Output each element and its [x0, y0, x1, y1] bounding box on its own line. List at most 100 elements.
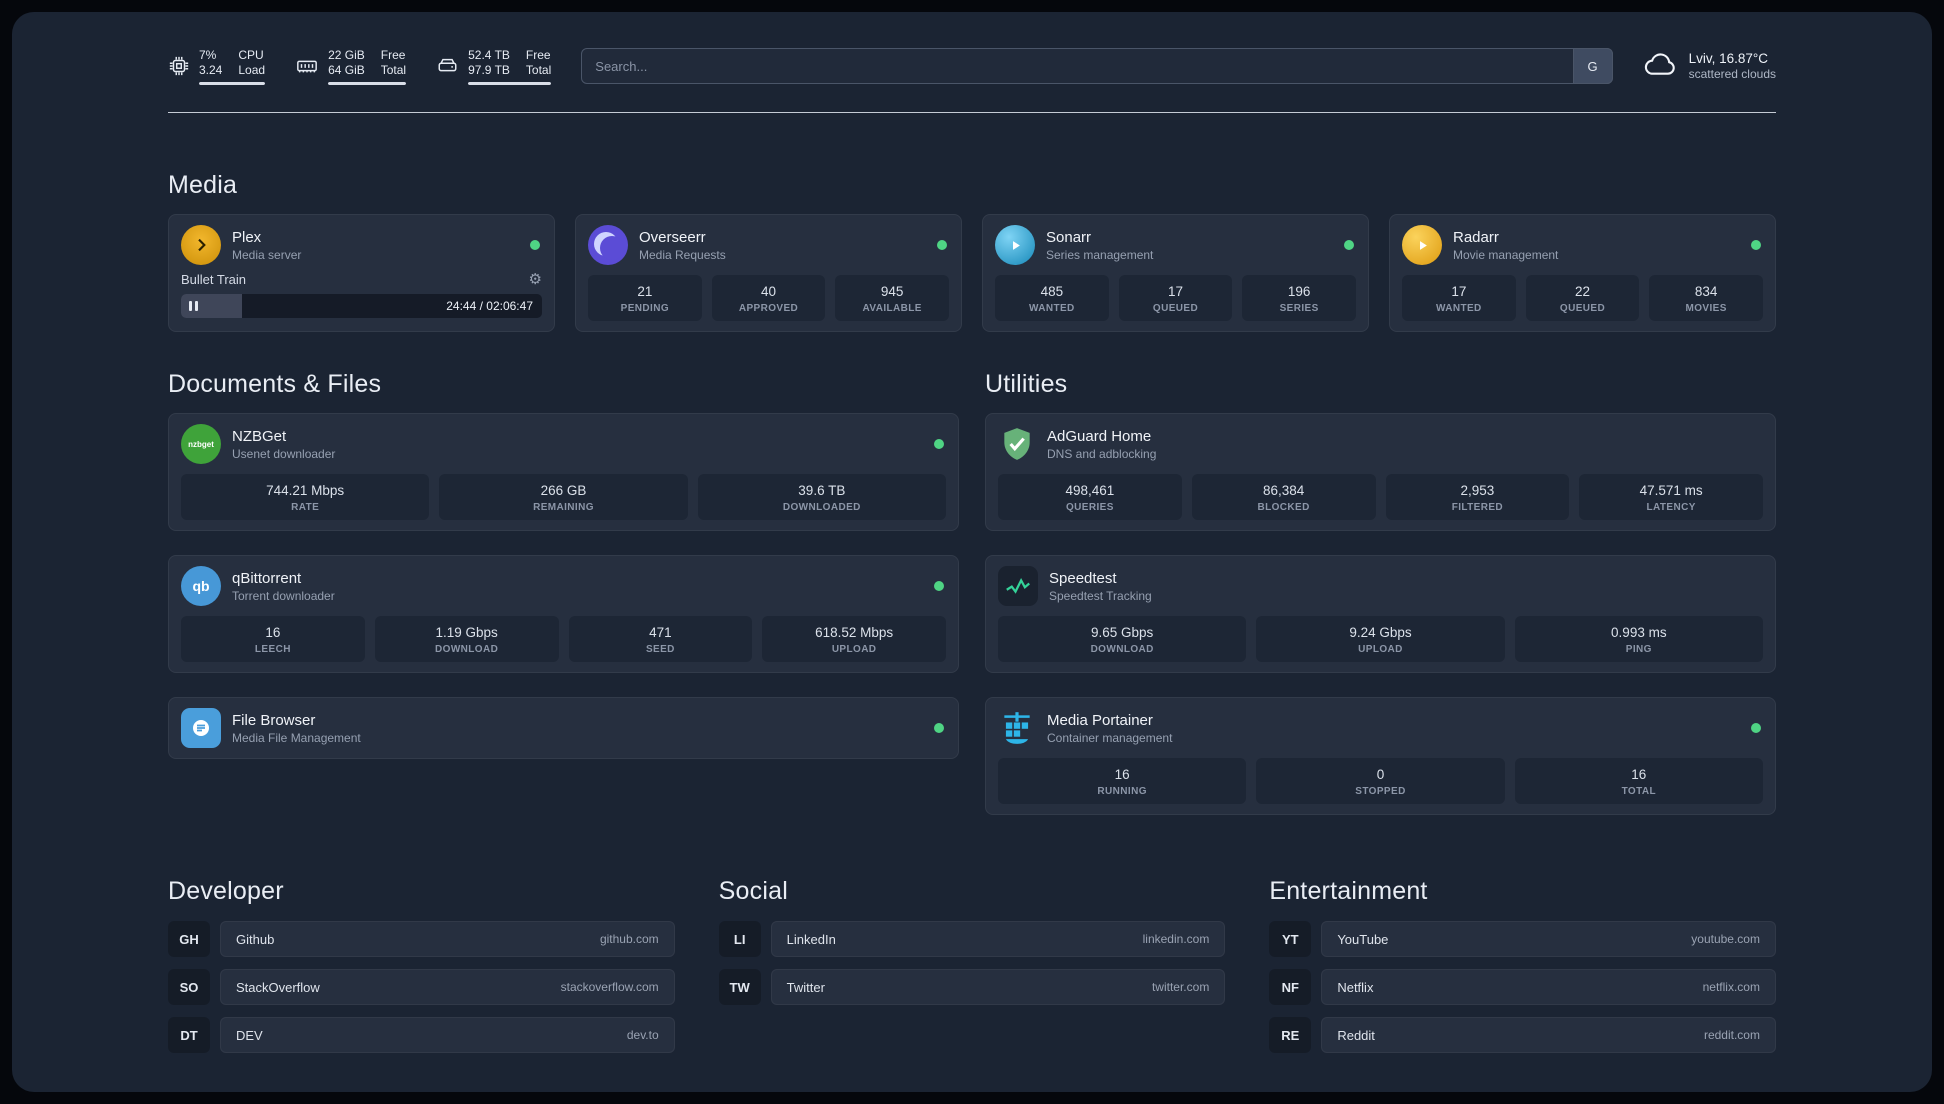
stat-tile: 0 STOPPED [1256, 758, 1505, 804]
cpu-icon [168, 55, 190, 77]
bookmark-group-developer: Developer GH Github github.com SO StackOv… [168, 877, 675, 1065]
stat-tile: 2,953 FILTERED [1385, 474, 1570, 520]
bookmark-abbr: NF [1269, 969, 1312, 1005]
filebrowser-icon [181, 708, 221, 748]
screenshot-frame: 7% 3.24 CPU Load 22 GiB 64 GiB Free Tota… [0, 0, 1944, 1104]
topbar-divider [168, 112, 1776, 113]
bookmark-group-entertainment: Entertainment YT YouTube youtube.com NF N… [1269, 877, 1776, 1065]
weather-location: Lviv, 16.87°C [1688, 51, 1769, 66]
section-title-developer: Developer [168, 877, 284, 905]
disk-widget: 52.4 TB 97.9 TB Free Total [436, 48, 552, 85]
stat-tile: 471 SEED [568, 616, 753, 662]
service-subtitle: Speedtest Tracking [1049, 588, 1152, 603]
cpu-load: 3.24 [199, 62, 223, 77]
bookmark-group-social: Social LI LinkedIn linkedin.com TW Twitte… [718, 877, 1226, 1017]
stat-tile: 40 APPROVED [711, 275, 826, 321]
service-subtitle: Container management [1047, 730, 1173, 745]
search-input[interactable] [581, 48, 1613, 84]
bookmark-dev[interactable]: DT DEV dev.to [168, 1017, 675, 1053]
search-provider-button[interactable]: G [1572, 48, 1613, 84]
cloud-icon [1643, 50, 1679, 83]
stat-tile: 16 RUNNING [998, 758, 1247, 804]
stat-tile: 485 WANTED [995, 275, 1109, 321]
service-card-speedtest[interactable]: Speedtest Speedtest Tracking 9.65 Gbps DO… [985, 555, 1776, 673]
playback-time: 24:44 / 02:06:47 [446, 299, 533, 313]
service-subtitle: DNS and adblocking [1047, 446, 1157, 461]
stat-tile: 744.21 Mbps RATE [181, 474, 430, 520]
bookmark-stackoverflow[interactable]: SO StackOverflow stackoverflow.com [168, 969, 675, 1005]
service-subtitle: Series management [1046, 247, 1154, 262]
stat-tile: 22 QUEUED [1525, 275, 1640, 321]
stat-tile: 16 TOTAL [1514, 758, 1763, 804]
service-card-radarr[interactable]: Radarr Movie management 17 WANTED 22 QUEUE… [1389, 214, 1776, 332]
service-card-adguard[interactable]: AdGuard Home DNS and adblocking 498,461 Q… [985, 413, 1776, 531]
bookmark-youtube[interactable]: YT YouTube youtube.com [1269, 921, 1776, 957]
service-card-overseerr[interactable]: Overseerr Media Requests 21 PENDING 40 APP… [575, 214, 962, 332]
stat-tile: 9.24 Gbps UPLOAD [1256, 616, 1505, 662]
stat-tile: 945 AVAILABLE [835, 275, 949, 321]
service-card-qbittorrent[interactable]: qb qBittorrent Torrent downloader 16 LEEC… [168, 555, 959, 673]
stat-tile: 21 PENDING [588, 275, 702, 321]
stat-tile: 9.65 Gbps DOWNLOAD [998, 616, 1247, 662]
now-playing-title: Bullet Train [181, 272, 247, 287]
stat-tile: 618.52 Mbps UPLOAD [762, 616, 946, 662]
service-subtitle: Movie management [1453, 247, 1559, 262]
bookmark-github[interactable]: GH Github github.com [168, 921, 675, 957]
cpu-values: 7% 3.24 [199, 48, 222, 78]
stat-tile: 86,384 BLOCKED [1191, 474, 1376, 520]
documents-column: Documents & Files nzbget NZBGet Usenet d… [168, 370, 959, 759]
cpu-labels: CPU Load [238, 47, 266, 77]
portainer-icon [998, 708, 1036, 748]
status-dot [1344, 240, 1354, 250]
settings-icon[interactable]: ⚙ [529, 272, 542, 287]
qbittorrent-icon: qb [181, 566, 221, 606]
weather-condition: scattered clouds [1688, 67, 1776, 81]
bookmark-abbr: YT [1269, 921, 1312, 957]
stat-tile: 47.571 ms LATENCY [1579, 474, 1763, 520]
bookmark-abbr: TW [718, 969, 761, 1005]
bookmark-reddit[interactable]: RE Reddit reddit.com [1269, 1017, 1776, 1053]
stat-tile: 17 WANTED [1402, 275, 1516, 321]
service-card-nzbget[interactable]: nzbget NZBGet Usenet downloader 744.21 M… [168, 413, 959, 531]
service-card-sonarr[interactable]: Sonarr Series management 485 WANTED 17 QUE… [982, 214, 1369, 332]
stat-tile: 16 LEECH [181, 616, 365, 662]
bookmark-abbr: SO [168, 969, 210, 1005]
service-name: Overseerr [639, 228, 706, 246]
bookmark-netflix[interactable]: NF Netflix netflix.com [1269, 969, 1776, 1005]
service-name: qBittorrent [232, 569, 302, 587]
service-name: Radarr [1453, 228, 1499, 246]
bookmark-abbr: DT [168, 1017, 210, 1053]
service-card-filebrowser[interactable]: File Browser Media File Management [168, 697, 959, 759]
stat-tile: 17 QUEUED [1118, 275, 1233, 321]
top-bar: 7% 3.24 CPU Load 22 GiB 64 GiB Free Tota… [168, 42, 1776, 90]
section-title-documents: Documents & Files [168, 370, 382, 398]
memory-total: 64 GiB [328, 62, 365, 77]
nzbget-icon: nzbget [181, 424, 221, 464]
dashboard: 7% 3.24 CPU Load 22 GiB 64 GiB Free Tota… [12, 12, 1932, 1092]
service-card-portainer[interactable]: Media Portainer Container management 16 R… [985, 697, 1776, 815]
memory-values: 22 GiB 64 GiB [328, 48, 365, 78]
service-card-plex[interactable]: Plex Media server Bullet Train ⚙ 24:44 /… [168, 214, 555, 332]
service-name: Plex [232, 228, 262, 246]
disk-usage-bar [468, 81, 552, 85]
service-name: Speedtest [1049, 569, 1117, 587]
service-name: Sonarr [1046, 228, 1092, 246]
disk-icon [436, 55, 459, 77]
service-subtitle: Media File Management [232, 730, 361, 745]
status-dot [934, 439, 944, 449]
playback-progress-bar[interactable]: 24:44 / 02:06:47 [181, 294, 542, 318]
pause-icon[interactable] [189, 301, 198, 311]
stat-tile: 266 GB REMAINING [439, 474, 688, 520]
status-dot [1751, 240, 1761, 250]
weather-widget: Lviv, 16.87°C scattered clouds [1643, 50, 1776, 83]
adguard-icon [998, 424, 1036, 464]
service-subtitle: Usenet downloader [232, 446, 336, 461]
service-name: Media Portainer [1047, 711, 1153, 729]
memory-usage-bar [328, 81, 407, 85]
service-name: NZBGet [232, 427, 287, 445]
stat-tile: 196 SERIES [1242, 275, 1356, 321]
section-title-media: Media [168, 171, 238, 199]
bookmark-twitter[interactable]: TW Twitter twitter.com [718, 969, 1226, 1005]
bookmark-linkedin[interactable]: LI LinkedIn linkedin.com [718, 921, 1226, 957]
radarr-icon [1402, 225, 1442, 265]
